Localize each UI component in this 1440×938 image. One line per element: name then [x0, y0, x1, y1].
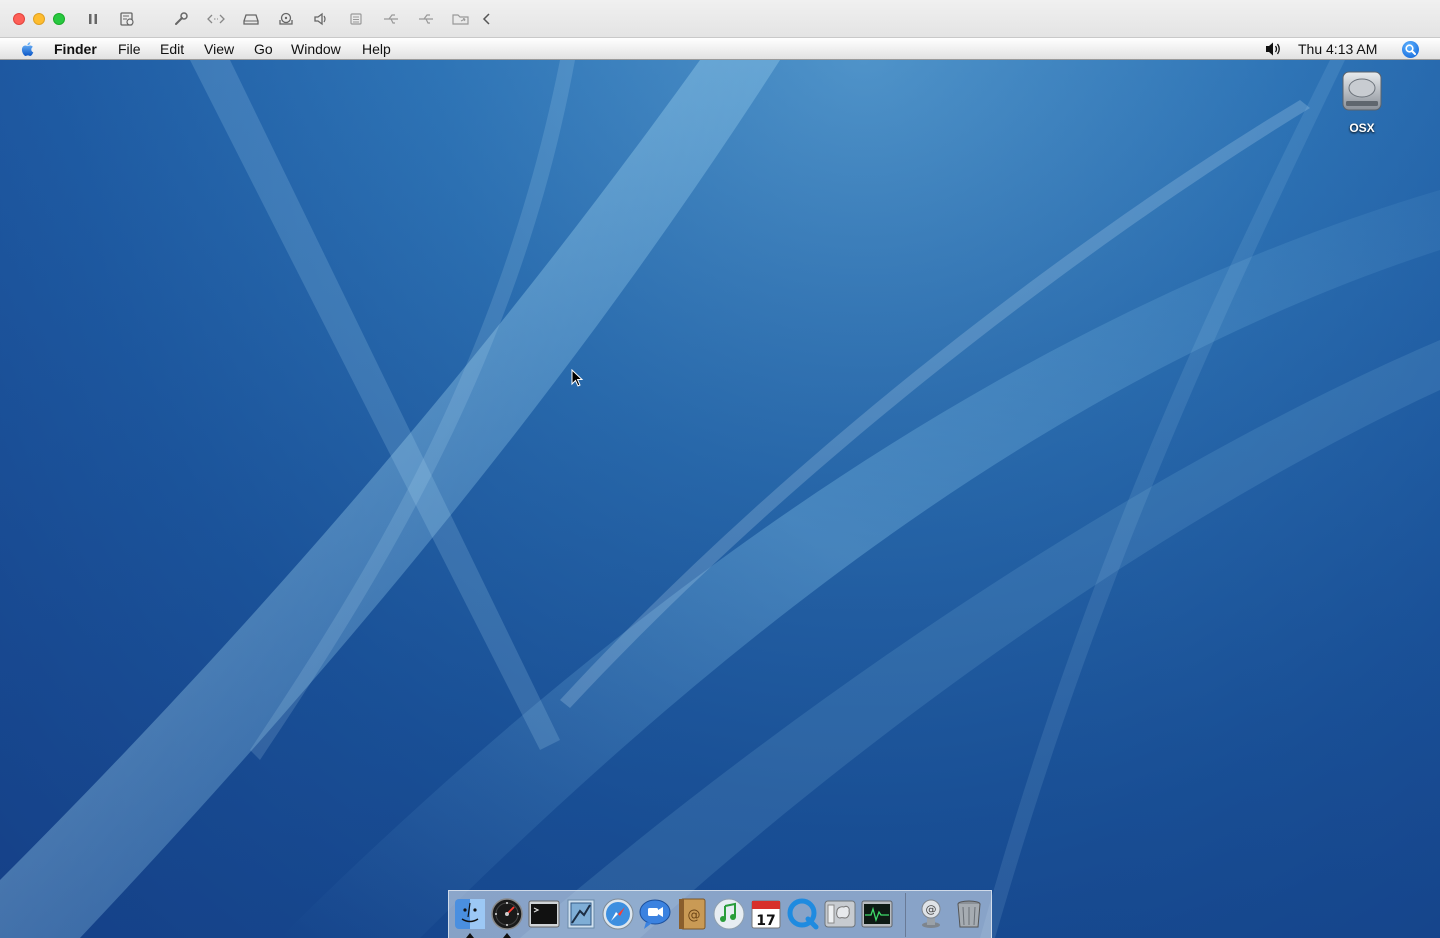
menu-edit[interactable]: Edit — [160, 41, 184, 57]
chevron-left-icon — [482, 13, 490, 25]
dock-item-ichat[interactable] — [638, 897, 672, 931]
address-book-icon: @ — [679, 898, 706, 930]
dock-item-quicktime[interactable] — [786, 897, 820, 931]
spotlight-button[interactable] — [1402, 41, 1419, 58]
trash-icon — [957, 900, 981, 928]
dock-item-itunes[interactable] — [712, 897, 746, 931]
spotlight-search-icon — [1405, 44, 1416, 55]
finder-icon — [455, 899, 485, 929]
aqua-wallpaper — [0, 60, 1440, 938]
cdrom-icon — [279, 12, 293, 25]
pause-button[interactable] — [82, 9, 104, 29]
terminal-icon — [528, 900, 560, 928]
volume-icon[interactable] — [1264, 41, 1284, 57]
menu-window[interactable]: Window — [291, 41, 341, 57]
mail-stack-icon: @ — [921, 899, 941, 928]
hard-drive-icon — [1342, 71, 1382, 111]
dock-item-mail-stack[interactable]: @ — [914, 897, 948, 931]
dock-item-safari[interactable] — [601, 897, 635, 931]
dashboard-icon — [491, 898, 523, 930]
activity-monitor-icon — [861, 900, 893, 928]
menu-file[interactable]: File — [118, 41, 141, 57]
desktop-drive-osx[interactable]: OSX — [1336, 68, 1388, 135]
dock-separator — [905, 893, 906, 937]
svg-text:@: @ — [688, 908, 701, 923]
menu-app-finder[interactable]: Finder — [54, 41, 97, 57]
settings-button[interactable] — [170, 9, 192, 29]
system-preferences-icon — [824, 900, 856, 928]
dock-item-finder[interactable] — [453, 897, 487, 931]
dock-item-system-preferences[interactable] — [823, 897, 857, 931]
speaker-icon — [314, 12, 326, 26]
code-brackets-icon — [207, 14, 225, 24]
code-button[interactable] — [205, 9, 227, 29]
settings-wrench-icon — [175, 12, 188, 25]
mouse-cursor-icon — [571, 369, 584, 387]
pause-icon — [89, 14, 97, 24]
ical-icon: 17 — [751, 900, 781, 929]
usb-icon — [419, 14, 433, 24]
hard-drive-icon — [243, 14, 259, 25]
dock-item-trash[interactable] — [952, 897, 986, 931]
usb-icon — [384, 14, 398, 24]
snapshot-button[interactable] — [116, 9, 138, 29]
window-zoom-button[interactable] — [53, 13, 65, 25]
hard-drive-button[interactable] — [240, 9, 262, 29]
dock-item-dashboard[interactable] — [490, 897, 524, 931]
menu-view[interactable]: View — [204, 41, 234, 57]
menu-go[interactable]: Go — [254, 41, 273, 57]
usb-button-2[interactable] — [415, 9, 437, 29]
storage-icon — [350, 13, 362, 25]
storage-button[interactable] — [345, 9, 367, 29]
svg-text:@: @ — [926, 903, 937, 916]
shared-folder-button[interactable] — [450, 9, 472, 29]
dashboard-running-indicator — [503, 933, 511, 938]
menubar: Finder File Edit View Go Window Help Thu… — [0, 38, 1440, 60]
quicktime-icon — [787, 898, 819, 930]
snapshot-icon — [120, 12, 134, 26]
finder-running-indicator — [466, 933, 474, 938]
cdrom-button[interactable] — [275, 9, 297, 29]
dock-item-mail[interactable] — [564, 897, 598, 931]
drive-label: OSX — [1349, 121, 1375, 135]
shared-folder-icon — [452, 14, 469, 25]
dock-item-ical[interactable]: 17 — [749, 897, 783, 931]
collapse-toolbar-button[interactable] — [476, 9, 498, 29]
itunes-icon — [713, 898, 745, 930]
apple-menu-icon[interactable] — [19, 40, 37, 58]
ichat-icon — [639, 899, 671, 929]
vm-window-toolbar — [0, 0, 1440, 38]
menu-help[interactable]: Help — [362, 41, 391, 57]
dock: @ 17 @ — [448, 890, 992, 938]
dock-item-address-book[interactable]: @ — [675, 897, 709, 931]
mail-icon — [567, 899, 595, 929]
sound-button[interactable] — [310, 9, 332, 29]
ical-date: 17 — [756, 913, 775, 929]
dock-item-terminal[interactable] — [527, 897, 561, 931]
menubar-clock[interactable]: Thu 4:13 AM — [1298, 41, 1377, 57]
usb-button-1[interactable] — [380, 9, 402, 29]
desktop[interactable]: OSX @ 17 @ — [0, 60, 1440, 938]
window-close-button[interactable] — [13, 13, 25, 25]
safari-icon — [602, 898, 634, 930]
window-minimize-button[interactable] — [33, 13, 45, 25]
dock-item-activity-monitor[interactable] — [860, 897, 894, 931]
